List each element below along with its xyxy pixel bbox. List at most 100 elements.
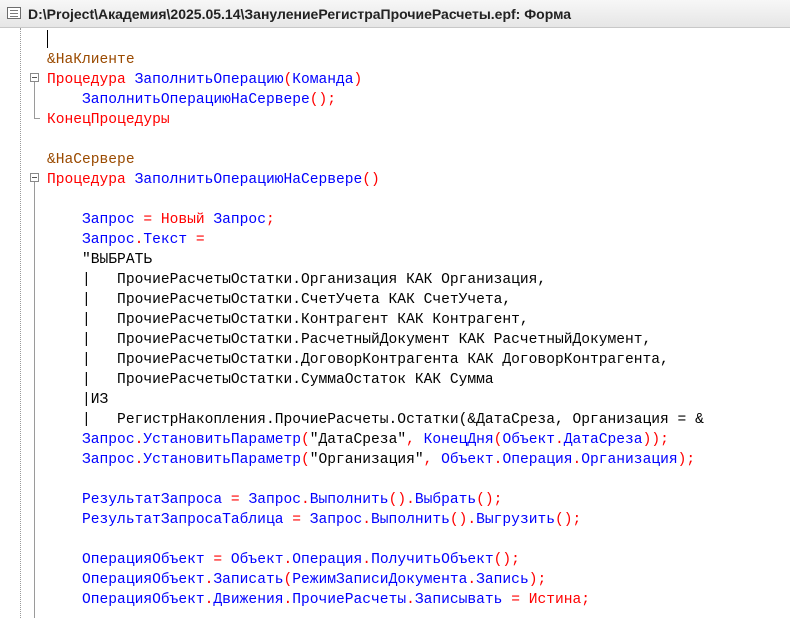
code-token: РезультатЗапроса — [47, 492, 231, 508]
code-line[interactable]: | ПрочиеРасчетыОстатки.СчетУчета КАК Сче… — [47, 290, 704, 310]
code-token: ДатаСреза — [563, 432, 643, 448]
code-token: (); — [476, 492, 503, 508]
window-titlebar[interactable]: D:\Project\Академия\2025.05.14\Зануление… — [0, 0, 790, 28]
code-token: "ДатаСреза" — [309, 432, 407, 448]
code-line[interactable]: Запрос.Текст = — [47, 230, 704, 250]
code-line[interactable]: &НаКлиенте — [47, 50, 704, 70]
code-token: &НаСервере — [47, 152, 135, 168]
code-token: Запись — [476, 572, 529, 588]
code-token: ( — [300, 452, 310, 468]
code-line[interactable]: | ПрочиеРасчетыОстатки.ДоговорКонтрагент… — [47, 350, 704, 370]
code-token: )); — [642, 432, 669, 448]
code-token: . — [554, 432, 564, 448]
code-token: Операция — [502, 452, 573, 468]
code-editor[interactable]: &НаКлиенте Процедура ЗаполнитьОперацию(Ко… — [47, 50, 704, 610]
code-token: (). — [388, 492, 415, 508]
code-token: , — [423, 452, 442, 468]
code-token: = Новый — [143, 212, 214, 228]
code-line[interactable]: "ВЫБРАТЬ — [47, 250, 704, 270]
code-token: Выгрузить — [476, 512, 555, 528]
code-token: Запрос — [47, 432, 135, 448]
code-line[interactable]: Запрос. УстановитьПараметр("ДатаСреза", К… — [47, 430, 704, 450]
code-line[interactable]: Процедура ЗаполнитьОперациюНаСервере() — [47, 170, 704, 190]
code-token: РезультатЗапросаТаблица — [47, 512, 293, 528]
code-line[interactable]: Запрос. УстановитьПараметр("Организация",… — [47, 450, 704, 470]
code-token: Организация — [581, 452, 678, 468]
code-token: ) — [353, 72, 363, 88]
code-token: КонецПроцедуры — [47, 112, 170, 128]
code-token: ЗаполнитьОперацию — [134, 72, 284, 88]
code-line[interactable] — [47, 470, 704, 490]
code-token: (); — [309, 92, 337, 108]
code-token: ( — [283, 72, 293, 88]
code-token: | ПрочиеРасчетыОстатки.СчетУчета КАК Сче… — [47, 292, 512, 308]
code-token: (); — [493, 552, 520, 568]
code-token: КонецДня — [423, 432, 494, 448]
code-token: ЗаполнитьОперациюНаСервере — [82, 92, 310, 108]
code-line[interactable]: | ПрочиеРасчетыОстатки.Контрагент КАК Ко… — [47, 310, 704, 330]
form-document-icon — [7, 7, 21, 19]
code-token: | ПрочиеРасчетыОстатки.Организация КАК О… — [47, 272, 547, 288]
code-line[interactable]: РезультатЗапросаТаблица = Запрос.Выполни… — [47, 510, 704, 530]
code-token: . — [300, 492, 310, 508]
code-line[interactable]: ОперацияОбъект.Движения.ПрочиеРасчеты.За… — [47, 590, 704, 610]
code-token: УстановитьПараметр — [143, 432, 301, 448]
code-line[interactable]: Запрос = Новый Запрос; — [47, 210, 704, 230]
code-token: ( — [283, 572, 293, 588]
code-line[interactable]: РезультатЗапроса = Запрос.Выполнить().Вы… — [47, 490, 704, 510]
code-token: Процедура — [47, 72, 135, 88]
editor-left-margin — [0, 28, 21, 618]
code-line[interactable]: Процедура ЗаполнитьОперацию(Команда) — [47, 70, 704, 90]
code-line[interactable]: ЗаполнитьОперациюНаСервере(); — [47, 90, 704, 110]
code-line[interactable]: &НаСервере — [47, 150, 704, 170]
code-token: "Организация" — [309, 452, 424, 468]
code-token: . — [362, 512, 372, 528]
code-line[interactable]: ОперацияОбъект = Объект.Операция.Получит… — [47, 550, 704, 570]
code-token: () — [362, 172, 380, 188]
code-token: Движения — [213, 592, 284, 608]
code-token: ( — [300, 432, 310, 448]
code-token: = — [213, 552, 231, 568]
code-line[interactable]: | РегистрНакопления.ПрочиеРасчеты.Остатк… — [47, 410, 704, 430]
code-token: ПолучитьОбъект — [371, 552, 494, 568]
fold-toggle-icon[interactable] — [30, 73, 39, 82]
code-token: ЗаполнитьОперациюНаСервере — [134, 172, 363, 188]
code-token: Запрос — [47, 232, 135, 248]
code-line[interactable]: КонецПроцедуры — [47, 110, 704, 130]
text-cursor — [47, 30, 48, 48]
code-token: . — [406, 592, 415, 608]
code-token: . — [283, 552, 293, 568]
code-token: Объект — [230, 552, 284, 568]
code-line[interactable]: | ПрочиеРасчетыОстатки.РасчетныйДокумент… — [47, 330, 704, 350]
code-token: Запрос — [248, 492, 301, 508]
code-token: &НаКлиенте — [47, 52, 135, 68]
code-token: Запрос — [47, 212, 144, 228]
code-token: (). — [449, 512, 477, 528]
code-line[interactable] — [47, 530, 704, 550]
fold-guide-line — [34, 82, 35, 118]
code-token: = — [292, 512, 310, 528]
code-token: Объект — [441, 452, 494, 468]
code-token: ); — [677, 452, 696, 468]
code-line[interactable]: ОперацияОбъект. Записать(РежимЗаписиДокум… — [47, 570, 704, 590]
fold-toggle-icon[interactable] — [30, 173, 39, 182]
code-line[interactable]: | ПрочиеРасчетыОстатки.Организация КАК О… — [47, 270, 704, 290]
code-line[interactable] — [47, 190, 704, 210]
code-token: = — [230, 492, 249, 508]
fold-end-marker — [34, 118, 40, 119]
code-token: ОперацияОбъект — [47, 552, 214, 568]
code-token: ; — [265, 212, 275, 228]
code-token: . — [467, 572, 477, 588]
code-token: Команда — [292, 72, 354, 88]
code-token: ОперацияОбъект — [47, 572, 205, 588]
code-token: . — [362, 552, 372, 568]
code-line[interactable]: |ИЗ — [47, 390, 704, 410]
code-token: Операция — [292, 552, 363, 568]
code-token: . — [283, 592, 293, 608]
code-line[interactable]: | ПрочиеРасчетыОстатки.СуммаОстаток КАК … — [47, 370, 704, 390]
code-token: Выполнить — [309, 492, 389, 508]
code-token: УстановитьПараметр — [143, 452, 301, 468]
code-token: Выполнить — [371, 512, 450, 528]
code-token: Записать — [213, 572, 284, 588]
code-line[interactable] — [47, 130, 704, 150]
